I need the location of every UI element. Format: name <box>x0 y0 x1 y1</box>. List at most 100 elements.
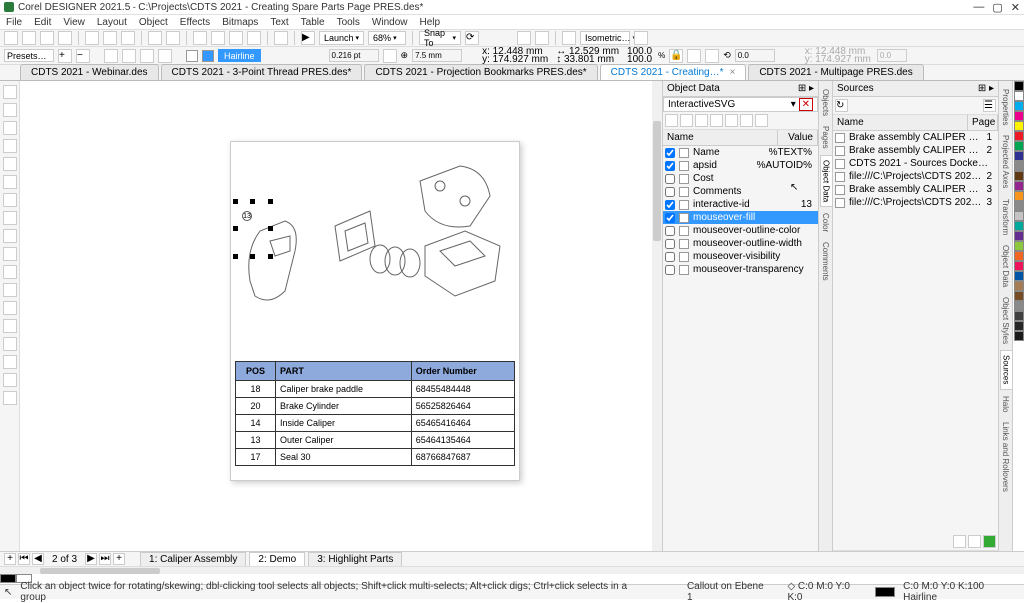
outline-pt[interactable]: 0.216 pt <box>329 49 379 62</box>
field-checkbox[interactable] <box>665 200 675 210</box>
field-checkbox[interactable] <box>665 148 675 158</box>
connector-tool[interactable] <box>3 193 17 207</box>
page-tab-1[interactable]: 1: Caliper Assembly <box>140 552 246 566</box>
tab-sources[interactable]: Sources <box>1000 350 1012 389</box>
tab-objdata2[interactable]: Object Data <box>1000 241 1011 291</box>
color-swatch[interactable] <box>1014 291 1024 301</box>
tab-styles[interactable]: Object Styles <box>1000 293 1011 348</box>
parts-table[interactable]: POS PART Order Number 18Caliper brake pa… <box>235 361 515 466</box>
object-data-row[interactable]: mouseover-visibility <box>663 250 818 263</box>
color-swatch[interactable] <box>1014 281 1024 291</box>
color-swatch[interactable] <box>1014 311 1024 321</box>
sources-list[interactable]: Brake assembly CALIPER LIST.xls1Brake as… <box>833 131 998 209</box>
tab-links[interactable]: Links and Rollovers <box>1000 418 1011 496</box>
library-dropdown[interactable]: InteractiveSVG▾ ✕ <box>663 97 818 112</box>
close-button[interactable]: ✕ <box>1011 1 1020 14</box>
import-button[interactable] <box>229 31 243 45</box>
object-data-row[interactable]: mouseover-transparency <box>663 263 818 276</box>
projection-icon[interactable] <box>562 31 576 45</box>
scroll-thumb[interactable] <box>653 121 661 241</box>
hscroll-thumb[interactable] <box>40 568 160 574</box>
color-swatch[interactable] <box>1014 271 1024 281</box>
redo-button[interactable] <box>166 31 180 45</box>
od-btn6[interactable] <box>740 114 753 127</box>
menu-text[interactable]: Text <box>270 17 288 28</box>
src-refresh[interactable] <box>983 535 996 548</box>
menu-help[interactable]: Help <box>420 17 441 28</box>
fill-tool[interactable] <box>3 355 17 369</box>
minimize-button[interactable]: — <box>973 1 984 14</box>
page-tab-2[interactable]: 2: Demo <box>249 552 305 566</box>
color-swatch[interactable] <box>1014 151 1024 161</box>
options2-button[interactable] <box>535 31 549 45</box>
menu-edit[interactable]: Edit <box>34 17 51 28</box>
eyedropper-tool[interactable] <box>3 337 17 351</box>
snap-dropdown[interactable]: Snap To <box>419 31 461 45</box>
outline-width-dropdown[interactable]: Hairline <box>218 49 261 62</box>
close-tab-icon[interactable]: × <box>729 67 735 78</box>
menu-window[interactable]: Window <box>372 17 408 28</box>
zoom-dropdown[interactable]: 68% <box>368 31 406 45</box>
color-swatch[interactable] <box>1014 131 1024 141</box>
object-data-list[interactable]: Name%TEXT%apsid%AUTOID%CostCommentsinter… <box>663 146 818 276</box>
table-row[interactable]: 13Outer Caliper65464135464 <box>236 432 515 449</box>
text-tool[interactable] <box>3 283 17 297</box>
search-button[interactable] <box>193 31 207 45</box>
color-swatch[interactable] <box>1014 171 1024 181</box>
fill-indicator[interactable]: ◇ C:0 M:0 Y:0 K:0 <box>787 581 867 603</box>
open-button[interactable] <box>22 31 36 45</box>
table-row[interactable]: 20Brake Cylinder56525826464 <box>236 398 515 415</box>
transparency-tool[interactable] <box>3 391 17 405</box>
tab-projected[interactable]: Projected Axes <box>1000 131 1011 192</box>
group-button[interactable] <box>140 49 154 63</box>
field-checkbox[interactable] <box>665 239 675 249</box>
page-last[interactable]: ⏭ <box>99 553 111 565</box>
src-add[interactable] <box>953 535 966 548</box>
color-swatch[interactable] <box>1014 301 1024 311</box>
object-data-row[interactable]: interactive-id13 <box>663 198 818 211</box>
paste-button[interactable] <box>121 31 135 45</box>
page-prev[interactable]: ◀ <box>32 553 44 565</box>
mirror-v[interactable] <box>705 49 719 63</box>
fullscreen-button[interactable] <box>274 31 288 45</box>
od-btn4[interactable] <box>710 114 723 127</box>
color-swatch[interactable] <box>1014 251 1024 261</box>
rectangle-tool[interactable] <box>3 229 17 243</box>
object-data-row[interactable]: mouseover-outline-color <box>663 224 818 237</box>
page-add[interactable]: + <box>4 553 16 565</box>
color-swatch[interactable] <box>1014 111 1024 121</box>
od-btn1[interactable] <box>665 114 678 127</box>
source-row[interactable]: file:///C:\Projects\CDTS 2021 - Crea…2 <box>833 170 998 183</box>
tab-bookmarks[interactable]: CDTS 2021 - Projection Bookmarks PRES.de… <box>364 64 597 80</box>
launch-dropdown[interactable]: Launch <box>319 31 364 45</box>
field-checkbox[interactable] <box>665 187 675 197</box>
undo-button[interactable] <box>148 31 162 45</box>
object-data-row[interactable]: Comments <box>663 185 818 198</box>
maximize-button[interactable]: ▢ <box>992 1 1002 14</box>
duplicate-button[interactable] <box>104 49 118 63</box>
object-data-row[interactable]: mouseover-fill <box>663 211 818 224</box>
menu-bitmaps[interactable]: Bitmaps <box>222 17 258 28</box>
page-first[interactable]: ⏮ <box>18 553 30 565</box>
source-row[interactable]: Brake assembly CALIPER LIST.xls3 <box>833 183 998 196</box>
color-swatch[interactable] <box>1014 231 1024 241</box>
color-swatch[interactable] <box>1014 191 1024 201</box>
color-swatch[interactable] <box>1014 261 1024 271</box>
callout-number[interactable]: 13 <box>242 211 252 221</box>
menu-effects[interactable]: Effects <box>180 17 210 28</box>
field-checkbox[interactable] <box>665 213 675 223</box>
table-row[interactable]: 18Caliper brake paddle68455484448 <box>236 381 515 398</box>
tab-color[interactable]: Color <box>820 209 831 236</box>
lock-button[interactable] <box>122 49 136 63</box>
vertical-scrollbar[interactable] <box>652 81 662 551</box>
page-next[interactable]: ▶ <box>85 553 97 565</box>
print-button[interactable] <box>58 31 72 45</box>
remove-preset[interactable]: − <box>76 49 90 63</box>
tab-transform[interactable]: Transform <box>1000 195 1011 239</box>
zoom-tool[interactable] <box>3 139 17 153</box>
color-swatch[interactable] <box>1014 241 1024 251</box>
tab-properties[interactable]: Properties <box>1000 85 1011 129</box>
menu-layout[interactable]: Layout <box>97 17 127 28</box>
color-swatch[interactable] <box>1014 121 1024 131</box>
page-tab-3[interactable]: 3: Highlight Parts <box>308 552 402 566</box>
